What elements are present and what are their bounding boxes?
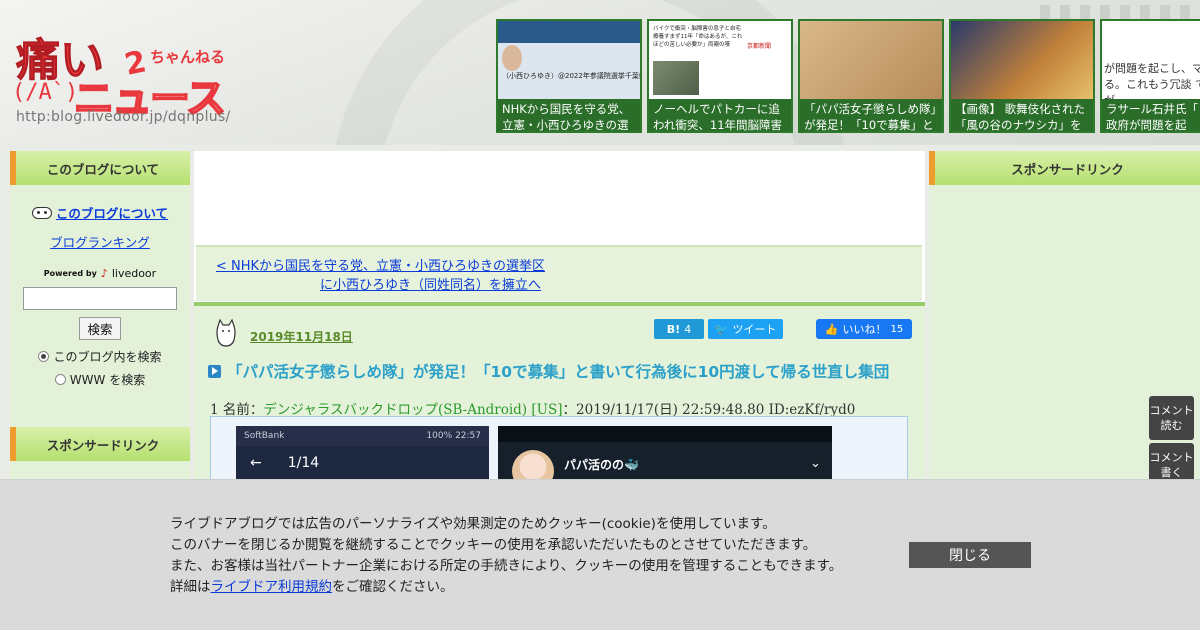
radio-www-label: WWW を検索 <box>69 373 146 387</box>
radio-selected-icon[interactable] <box>38 351 50 362</box>
about-box: このブログについて ブログランキング Powered by ♪ livedoor… <box>10 185 190 388</box>
search-input[interactable] <box>23 287 177 310</box>
news-item[interactable]: （小西ひろゆき）@2022年参議院選挙千葉県選 NHKから国民を守る党、立憲・小… <box>496 19 642 133</box>
hatena-bookmark-button[interactable]: B! 4 <box>654 319 704 339</box>
twitter-bird-icon: 🐦 <box>714 322 729 336</box>
news-item[interactable]: 「パパ活女子懲らしめ隊」が発足！「10で募集」と書 <box>798 19 944 133</box>
prev-article-link[interactable]: < NHKから国民を守る党、立憲・小西ひろゆきの選挙区 に小西ひろゆき（同姓同名… <box>216 257 545 295</box>
news-thumbnail: が問題を起こし、マス される。これもう冗談 て、誰かが <box>1102 21 1200 107</box>
back-arrow-icon: ← <box>250 455 262 471</box>
account-name: パパ活のの🐳 <box>564 458 639 472</box>
cookie-close-button[interactable]: 閉じる <box>909 542 1031 568</box>
comment-read-button[interactable]: コメント読む <box>1149 396 1194 440</box>
news-caption: 【画像】 歌舞伎化された「風の谷のナウシカ」をご <box>951 99 1093 131</box>
article-title-text[interactable]: 「パパ活女子懲らしめ隊」が発足！「10で募集」と書いて行為後に10円渡して帰る世… <box>227 360 889 382</box>
radio-blog-label: このブログ内を検索 <box>53 350 162 364</box>
carrier-label: SoftBank <box>244 431 285 441</box>
news-caption: NHKから国民を守る党、立憲・小西ひろゆきの選挙区 <box>498 99 640 131</box>
cookie-banner: ライブドアブログでは広告のパーソナライズや効果測定のためクッキー(cookie)… <box>0 479 1200 630</box>
news-thumbnail <box>951 21 1093 99</box>
cat-icon <box>214 318 238 348</box>
logo-chan-text: ちゃんねる <box>150 48 226 66</box>
radio-unselected-icon[interactable] <box>54 374 66 385</box>
thumb-text: 京都新聞 <box>747 43 772 50</box>
battery-label: 100% <box>426 431 453 441</box>
radio-search-blog[interactable]: このブログ内を検索 <box>10 348 190 365</box>
image-counter: 1/14 <box>287 455 320 471</box>
site-header: 痛い 2 ちゃんねる (/A`) ニュース http:blog.livedoor… <box>0 0 1200 145</box>
livedoor-icon: ♪ <box>100 267 108 280</box>
cookie-text: ライブドアブログでは広告のパーソナライズや効果測定のためクッキー(cookie)… <box>170 514 842 598</box>
news-item[interactable]: バイクで衝突・脳障害の息子と自宅療養すまず11年「命はあるが、これほどの苦しい必… <box>647 19 793 133</box>
prev-link-line2[interactable]: に小西ひろゆき（同姓同名）を擁立へ <box>216 276 545 295</box>
cookie-suffix: をご確認ください。 <box>332 579 454 595</box>
thumb-text: バイクで衝突・脳障害の息子と自宅療養すまず11年「命はあるが、これほどの苦しい必… <box>653 26 743 48</box>
news-item[interactable]: が問題を起こし、マス される。これもう冗談 て、誰かが ラサール石井氏「ま よ。… <box>1100 19 1200 133</box>
thumb-text: （小西ひろゆき）@2022年参議院選挙千葉県選 <box>502 72 640 80</box>
chevron-down-icon: ⌄ <box>810 456 821 471</box>
tweet-label: ツイート <box>732 323 777 336</box>
phone-status-bar <box>498 426 832 442</box>
like-count: 15 <box>890 323 904 335</box>
left-sponsor-title: スポンサードリンク <box>10 427 190 461</box>
tweet-button[interactable]: 🐦 ツイート <box>708 319 783 339</box>
about-blog-link[interactable]: このブログについて <box>56 203 168 222</box>
face-icon <box>31 206 52 219</box>
radio-search-www[interactable]: WWW を検索 <box>10 371 190 388</box>
news-carousel: （小西ひろゆき）@2022年参議院選挙千葉県選 NHKから国民を守る党、立憲・小… <box>496 19 1200 133</box>
phone-status-bar: SoftBank 100% 22:57 <box>236 426 489 446</box>
prev-link-line1[interactable]: < NHKから国民を守る党、立憲・小西ひろゆきの選挙区 <box>216 259 545 274</box>
play-icon <box>208 364 221 378</box>
facebook-like-button[interactable]: 👍 いいね！ 15 <box>816 319 912 339</box>
powered-by-label: Powered by <box>43 269 97 278</box>
time-label: 22:57 <box>455 431 481 441</box>
powered-by: Powered by ♪ livedoor <box>10 267 190 280</box>
post-header: 1 名前：デンジャラスバックドロップ(SB-Android) [US]：2019… <box>210 398 855 418</box>
logo-url: http:blog.livedoor.jp/dqnplus/ <box>16 109 231 125</box>
cookie-line: 詳細はライブドア利用規約をご確認ください。 <box>170 577 842 598</box>
cookie-prefix: 詳細は <box>170 579 211 595</box>
news-caption: 「パパ活女子懲らしめ隊」が発足！「10で募集」と書 <box>800 99 942 131</box>
news-thumbnail: （小西ひろゆき）@2022年参議院選挙千葉県選 <box>498 21 640 99</box>
news-thumbnail: バイクで衝突・脳障害の息子と自宅療養すまず11年「命はあるが、これほどの苦しい必… <box>649 21 791 99</box>
news-caption: ラサール石井氏「ま よ。政府が問題を起 <box>1102 99 1200 131</box>
blog-ranking-link[interactable]: ブログランキング <box>10 232 190 251</box>
left-sponsor-box: スポンサードリンク <box>10 427 190 461</box>
news-caption: ノーヘルでパトカーに追われ衝突、11年間脳障害の息 <box>649 99 791 131</box>
article-title[interactable]: 「パパ活女子懲らしめ隊」が発足！「10で募集」と書いて行為後に10円渡して帰る世… <box>208 360 889 382</box>
site-logo[interactable]: 痛い 2 ちゃんねる (/A`) ニュース http:blog.livedoor… <box>10 18 230 130</box>
hatena-count: 4 <box>684 322 692 336</box>
thumbs-up-icon: 👍 <box>824 322 839 336</box>
cookie-line: また、お客様は当社パートナー企業における所定の手続きにより、クッキーの使用を管理… <box>170 558 843 574</box>
right-sponsor-title: スポンサードリンク <box>929 151 1200 185</box>
hatena-label: B! <box>666 322 681 336</box>
about-box-title: このブログについて <box>10 151 190 185</box>
cookie-line: ライブドアブログでは広告のパーソナライズや効果測定のためクッキー(cookie)… <box>170 516 776 532</box>
prev-article-nav: < NHKから国民を守る党、立憲・小西ひろゆきの選挙区 に小西ひろゆき（同姓同名… <box>196 245 922 301</box>
livedoor-logo[interactable]: livedoor <box>112 267 156 280</box>
logo-face: (/A`) <box>12 80 79 105</box>
post-date[interactable]: 2019年11月18日 <box>250 328 353 345</box>
image-viewer-nav: ← 1/14 <box>236 446 489 480</box>
terms-link[interactable]: ライブドア利用規約 <box>211 579 333 595</box>
cookie-line: このバナーを閉じるか閲覧を継続することでクッキーの使用を承認いただいたものとさせ… <box>170 537 817 553</box>
news-item[interactable]: 【画像】 歌舞伎化された「風の谷のナウシカ」をご <box>949 19 1095 133</box>
search-button[interactable]: 検索 <box>79 317 121 340</box>
like-label: いいね！ <box>842 323 887 336</box>
news-thumbnail <box>800 21 942 99</box>
